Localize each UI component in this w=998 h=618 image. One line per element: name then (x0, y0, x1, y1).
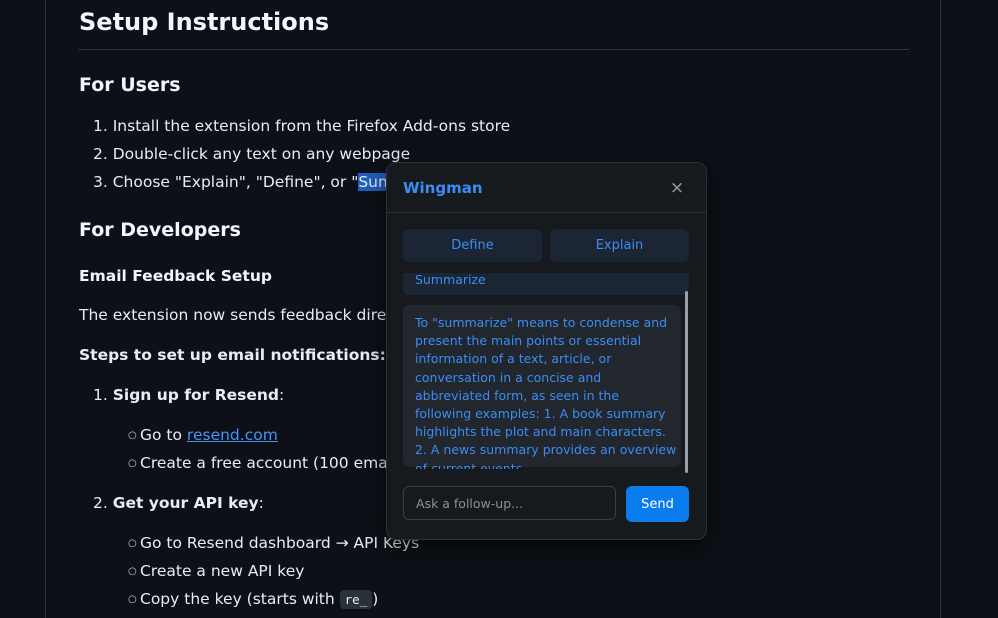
circle-bullet-icon: ○ (128, 594, 137, 605)
list-item-text: Install the extension from the Firefox A… (112, 117, 511, 135)
list-item-text: Double-click any text on any webpage (112, 145, 411, 163)
step-title: Get your API key (112, 494, 259, 512)
define-button[interactable]: Define (403, 229, 542, 262)
wingman-popup: Wingman × Define Explain Summarize To "s… (386, 162, 707, 540)
heading-divider (78, 49, 909, 50)
sub-list-item: ○ Go to resend.com (128, 426, 278, 444)
explain-button[interactable]: Explain (550, 229, 689, 262)
heading-email-feedback-setup: Email Feedback Setup (79, 267, 272, 285)
heading-for-users: For Users (79, 74, 181, 96)
list-item-text: Choose "Explain", "Define", or " (112, 173, 359, 191)
list-item: 1. Install the extension from the Firefo… (93, 117, 511, 135)
popup-title: Wingman (403, 179, 483, 197)
answer-text: To "summarize" means to condense and pre… (415, 315, 677, 469)
circle-bullet-icon: ○ (128, 458, 137, 469)
heading-for-developers: For Developers (79, 219, 241, 241)
popup-header: Wingman × (387, 163, 706, 213)
follow-up-input[interactable] (403, 486, 616, 520)
steps-title: Steps to set up email notifications: (79, 346, 386, 364)
circle-bullet-icon: ○ (128, 566, 137, 577)
list-item: 2. Double-click any text on any webpage (93, 145, 411, 163)
inline-code: re_ (339, 590, 373, 609)
close-icon[interactable]: × (667, 178, 687, 198)
list-item: 1. Sign up for Resend: (93, 386, 285, 404)
resend-link[interactable]: resend.com (187, 426, 278, 444)
answer-bubble: To "summarize" means to condense and pre… (403, 305, 681, 469)
response-scroll-area[interactable]: Summarize To "summarize" means to conden… (403, 273, 689, 469)
sub-list-item: ○ Copy the key (starts with re_) (128, 590, 379, 609)
summarize-label: Summarize (415, 273, 486, 287)
list-item: 3. Choose "Explain", "Define", or "Summ (93, 173, 409, 191)
list-item: 2. Get your API key: (93, 494, 264, 512)
send-button[interactable]: Send (626, 486, 689, 522)
feedback-paragraph: The extension now sends feedback direct (79, 306, 401, 324)
scrollbar[interactable] (685, 291, 688, 473)
circle-bullet-icon: ○ (128, 538, 137, 549)
sub-list-item: ○ Create a free account (100 emails (128, 454, 405, 472)
step-title: Sign up for Resend (112, 386, 280, 404)
circle-bullet-icon: ○ (128, 430, 137, 441)
summarize-button[interactable]: Summarize (403, 273, 689, 295)
sub-list-item: ○ Create a new API key (128, 562, 305, 580)
sub-list-item: ○ Go to Resend dashboard → API Keys (128, 534, 420, 552)
heading-setup-instructions: Setup Instructions (79, 8, 330, 36)
